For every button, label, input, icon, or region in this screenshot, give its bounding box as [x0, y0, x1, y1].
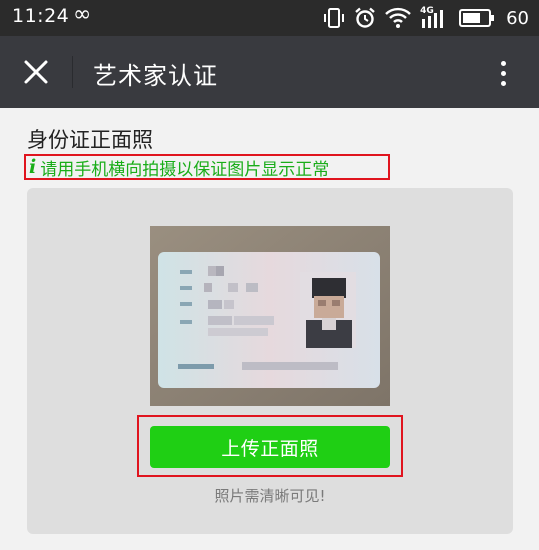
id-card-sample-image — [150, 226, 390, 406]
more-options-button[interactable] — [485, 54, 521, 92]
info-icon: i — [29, 155, 37, 178]
page-title: 艺术家认证 — [93, 62, 218, 90]
status-time: 11:24 — [12, 5, 70, 27]
more-vertical-icon-dot-bottom — [500, 80, 506, 86]
alarm-icon — [354, 7, 376, 29]
status-bar: 11:24 ∞ 4G 60 — [0, 0, 539, 36]
close-icon — [24, 60, 48, 84]
status-icons: 4G 60 — [323, 4, 529, 32]
signal-icon: 4G — [420, 6, 450, 30]
orientation-tip: i 请用手机横向拍摄以保证图片显示正常 — [24, 154, 390, 180]
more-vertical-icon-dot-middle — [500, 70, 506, 76]
wifi-icon — [385, 7, 411, 29]
battery-icon — [459, 8, 495, 28]
upload-front-photo-button[interactable]: 上传正面照 — [150, 426, 390, 468]
section-title: 身份证正面照 — [27, 128, 153, 152]
app-bar-divider — [72, 56, 73, 88]
close-button[interactable] — [14, 52, 58, 92]
tip-text: 请用手机横向拍摄以保证图片显示正常 — [40, 159, 330, 180]
battery-level: 60 — [506, 7, 529, 29]
upload-button-highlight: 上传正面照 — [137, 415, 403, 477]
infinity-icon: ∞ — [73, 2, 92, 27]
vibrate-icon — [323, 7, 345, 29]
more-vertical-icon-dot-top — [500, 60, 506, 66]
upload-card: 上传正面照 照片需清晰可见! — [27, 188, 513, 534]
main-content: 身份证正面照 i 请用手机横向拍摄以保证图片显示正常 上传正面照 照片需清晰可见… — [0, 108, 539, 550]
app-bar: 艺术家认证 — [0, 36, 539, 108]
hint-text: 照片需清晰可见! — [214, 487, 326, 505]
